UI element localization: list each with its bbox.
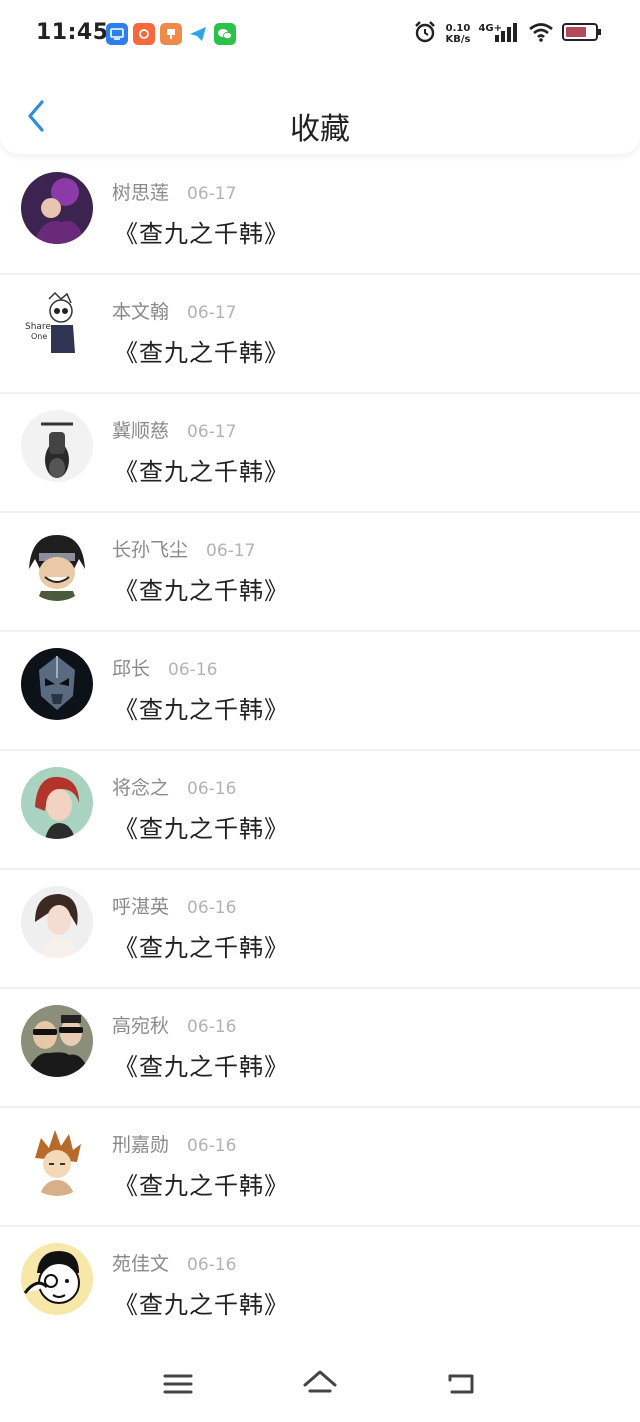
list-item[interactable]: 长孙飞尘 06-17 《查九之千韩》: [0, 513, 640, 632]
list-item[interactable]: Share One 本文翰 06-17 《查九之千韩》: [0, 275, 640, 394]
list-item[interactable]: 呼湛英 06-16 《查九之千韩》: [0, 870, 640, 989]
item-meta: 本文翰 06-17: [112, 297, 236, 324]
avatar[interactable]: [21, 1243, 93, 1315]
app-orange-icon: [133, 23, 155, 45]
date-label: 06-17: [206, 541, 256, 561]
page-title: 收藏: [290, 112, 350, 147]
avatar[interactable]: [21, 648, 93, 720]
wifi-icon: [528, 21, 554, 47]
home-button[interactable]: [300, 1364, 340, 1404]
item-meta: 冀顺慈 06-17: [112, 416, 236, 443]
book-title[interactable]: 《查九之千韩》: [114, 809, 289, 844]
avatar[interactable]: [21, 1124, 93, 1196]
date-label: 06-16: [187, 1017, 237, 1037]
book-title[interactable]: 《查九之千韩》: [114, 452, 289, 487]
book-title[interactable]: 《查九之千韩》: [114, 1285, 289, 1320]
book-title[interactable]: 《查九之千韩》: [114, 333, 289, 368]
svg-text:Share: Share: [25, 322, 51, 332]
book-title[interactable]: 《查九之千韩》: [114, 214, 289, 249]
date-label: 06-16: [187, 779, 237, 799]
date-label: 06-17: [187, 303, 237, 323]
user-name[interactable]: 刑嘉勋: [112, 1130, 169, 1157]
item-meta: 邱长 06-16: [112, 654, 217, 681]
list-item[interactable]: 将念之 06-16 《查九之千韩》: [0, 751, 640, 870]
user-name[interactable]: 冀顺慈: [112, 416, 169, 443]
user-name[interactable]: 本文翰: [112, 297, 169, 324]
user-name[interactable]: 苑佳文: [112, 1249, 169, 1276]
header: 收藏: [0, 70, 640, 154]
user-name[interactable]: 呼湛英: [112, 892, 169, 919]
screen-cast-icon: [106, 23, 128, 45]
alarm-icon: [413, 20, 437, 48]
system-icons: 0.10 KB/s 4G+: [413, 20, 602, 48]
system-nav-bar: [0, 1344, 640, 1422]
avatar[interactable]: [21, 1005, 93, 1077]
date-label: 06-17: [187, 422, 237, 442]
user-name[interactable]: 将念之: [112, 773, 169, 800]
menu-button[interactable]: [158, 1364, 198, 1404]
user-name[interactable]: 长孙飞尘: [112, 535, 188, 562]
date-label: 06-16: [187, 1255, 237, 1275]
avatar[interactable]: Share One: [21, 291, 93, 363]
notification-icons: [106, 23, 236, 45]
item-meta: 刑嘉勋 06-16: [112, 1130, 236, 1157]
list-item[interactable]: 刑嘉勋 06-16 《查九之千韩》: [0, 1108, 640, 1227]
item-meta: 高宛秋 06-16: [112, 1011, 236, 1038]
user-name[interactable]: 邱长: [112, 654, 150, 681]
wechat-icon: [214, 23, 236, 45]
date-label: 06-16: [187, 898, 237, 918]
status-bar: 11:45 0.10 KB/s 4G+: [0, 0, 640, 70]
net-speed: 0.10 KB/s: [445, 23, 471, 45]
favorites-list: 树思莲 06-17 《查九之千韩》 Share One 本文翰 06-17 《查九…: [0, 156, 640, 1346]
item-meta: 将念之 06-16: [112, 773, 236, 800]
book-title[interactable]: 《查九之千韩》: [114, 571, 289, 606]
book-title[interactable]: 《查九之千韩》: [114, 1166, 289, 1201]
user-name[interactable]: 高宛秋: [112, 1011, 169, 1038]
app-red-icon: [160, 23, 182, 45]
status-time: 11:45: [36, 20, 109, 45]
book-title[interactable]: 《查九之千韩》: [114, 928, 289, 963]
list-item[interactable]: 冀顺慈 06-17 《查九之千韩》: [0, 394, 640, 513]
back-nav-button[interactable]: [442, 1364, 482, 1404]
avatar[interactable]: [21, 529, 93, 601]
home-icon: [303, 1370, 337, 1393]
item-meta: 树思莲 06-17: [112, 178, 236, 205]
list-item[interactable]: 邱长 06-16 《查九之千韩》: [0, 632, 640, 751]
user-name[interactable]: 树思莲: [112, 178, 169, 205]
avatar[interactable]: [21, 767, 93, 839]
svg-text:One: One: [31, 332, 47, 341]
list-item[interactable]: 苑佳文 06-16 《查九之千韩》: [0, 1227, 640, 1346]
back-icon: [448, 1374, 474, 1394]
date-label: 06-16: [187, 1136, 237, 1156]
battery-icon: [562, 22, 602, 46]
list-item[interactable]: 树思莲 06-17 《查九之千韩》: [0, 156, 640, 275]
avatar[interactable]: [21, 172, 93, 244]
menu-icon: [163, 1374, 193, 1394]
date-label: 06-17: [187, 184, 237, 204]
item-meta: 长孙飞尘 06-17: [112, 535, 255, 562]
paper-plane-icon: [187, 23, 209, 45]
avatar[interactable]: [21, 886, 93, 958]
list-item[interactable]: 高宛秋 06-16 《查九之千韩》: [0, 989, 640, 1108]
item-meta: 苑佳文 06-16: [112, 1249, 236, 1276]
item-meta: 呼湛英 06-16: [112, 892, 236, 919]
book-title[interactable]: 《查九之千韩》: [114, 690, 289, 725]
book-title[interactable]: 《查九之千韩》: [114, 1047, 289, 1082]
network-type: 4G+: [478, 22, 502, 34]
avatar[interactable]: [21, 410, 93, 482]
date-label: 06-16: [168, 660, 218, 680]
